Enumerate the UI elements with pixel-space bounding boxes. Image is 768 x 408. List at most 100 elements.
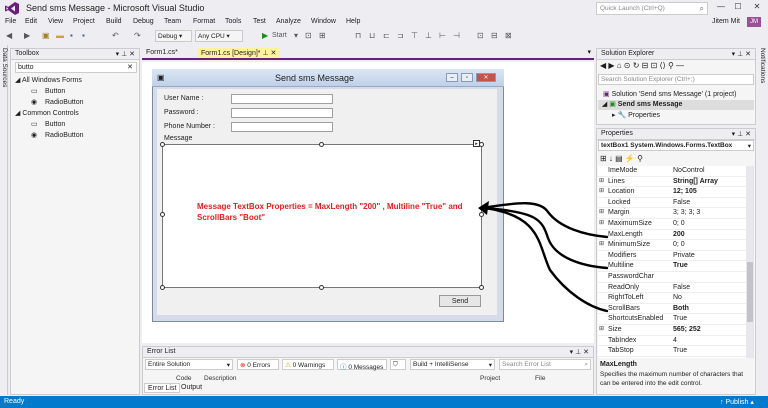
- warnings-filter-button[interactable]: ⚠ 0 Warnings: [282, 359, 334, 370]
- expand-icon[interactable]: ⊞: [599, 208, 604, 215]
- resize-handle-w[interactable]: [160, 212, 165, 217]
- menu-debug[interactable]: Debug: [133, 18, 154, 25]
- menu-tools[interactable]: Tools: [225, 18, 241, 25]
- property-value[interactable]: 565; 252: [673, 326, 701, 333]
- username-textbox[interactable]: [231, 94, 333, 104]
- avatar[interactable]: JM: [747, 17, 761, 27]
- menu-project[interactable]: Project: [73, 18, 95, 25]
- undo-icon[interactable]: ↶: [112, 31, 119, 40]
- messages-filter-button[interactable]: ⓘ 0 Messages: [337, 359, 387, 371]
- tab-form1-design[interactable]: Form1.cs [Design]* ⊥ ✕: [197, 48, 281, 58]
- expand-icon[interactable]: ⊞: [599, 240, 604, 247]
- se-project-node[interactable]: ◢ ▣ Send sms Message: [598, 100, 754, 110]
- pin-icon[interactable]: ⊥: [262, 50, 268, 57]
- property-value[interactable]: Both: [673, 305, 689, 312]
- tab-error-list[interactable]: Error List: [144, 383, 181, 393]
- property-value[interactable]: String[] Array: [673, 178, 718, 185]
- property-row[interactable]: ⊞ MaximumSize 0; 0: [598, 219, 746, 230]
- menu-format[interactable]: Format: [193, 18, 215, 25]
- panel-pin-close-icons[interactable]: ▾ ⊥ ✕: [116, 50, 135, 58]
- property-value[interactable]: No: [673, 294, 682, 301]
- property-row[interactable]: Multiline True: [598, 261, 746, 272]
- property-value[interactable]: 200: [673, 231, 685, 238]
- resize-handle-nw[interactable]: [160, 142, 165, 147]
- column-file[interactable]: File: [535, 375, 545, 382]
- property-row[interactable]: MaxLength 200: [598, 230, 746, 241]
- filter-toggle-button[interactable]: ⛉: [390, 359, 406, 370]
- property-row[interactable]: ⊞ MinimumSize 0; 0: [598, 240, 746, 251]
- property-row[interactable]: RightToLeft No: [598, 293, 746, 304]
- expand-icon[interactable]: ⊞: [599, 187, 604, 194]
- property-row[interactable]: PasswordChar: [598, 272, 746, 283]
- property-row[interactable]: TabIndex 4: [598, 336, 746, 347]
- property-value[interactable]: True: [673, 262, 688, 269]
- phone-textbox[interactable]: [231, 122, 333, 132]
- property-row[interactable]: ⊞ Lines String[] Array: [598, 177, 746, 188]
- panel-pin-close-icons[interactable]: ▾ ⊥ ✕: [732, 130, 751, 138]
- open-folder-icon[interactable]: ▬: [56, 31, 64, 40]
- property-value[interactable]: 0; 0: [673, 241, 685, 248]
- close-tab-icon[interactable]: ✕: [271, 50, 277, 57]
- align-icon-1[interactable]: ⊓: [355, 31, 361, 40]
- quick-launch-input[interactable]: Quick Launch (Ctrl+Q) ⌕: [596, 2, 708, 15]
- send-button[interactable]: Send: [439, 295, 481, 307]
- property-row[interactable]: TabStop True: [598, 346, 746, 357]
- se-toolbar-icons[interactable]: ◀ ▶ ⌂ ⊙ ↻ ⊟ ⊡ ⟨⟩ ⚲ —: [600, 61, 684, 70]
- column-description[interactable]: Description: [204, 375, 237, 382]
- property-row[interactable]: ⊞ Margin 3; 3; 3; 3: [598, 208, 746, 219]
- column-project[interactable]: Project: [480, 375, 500, 382]
- menu-team[interactable]: Team: [164, 18, 181, 25]
- clear-search-icon[interactable]: ✕: [127, 63, 133, 71]
- error-search-input[interactable]: Search Error List ⌕: [499, 359, 591, 370]
- toolbox-item-button[interactable]: ▭ Button: [11, 119, 139, 130]
- se-properties-node[interactable]: ▸ 🔧 Properties: [612, 111, 660, 119]
- align-icon-5[interactable]: ⊤: [411, 31, 418, 40]
- expand-icon[interactable]: ⊞: [599, 219, 604, 226]
- resize-handle-ne[interactable]: [479, 142, 484, 147]
- expand-icon[interactable]: ⊞: [599, 325, 604, 332]
- resize-handle-sw[interactable]: [160, 285, 165, 290]
- menu-analyze[interactable]: Analyze: [276, 18, 301, 25]
- property-value[interactable]: True: [673, 347, 687, 354]
- menu-view[interactable]: View: [48, 18, 63, 25]
- panel-pin-close-icons[interactable]: ▾ ⊥ ✕: [732, 50, 751, 58]
- toolbox-group-all-windows-forms[interactable]: ◢ All Windows Forms: [11, 75, 139, 86]
- toolbox-item-radiobutton[interactable]: ◉ RadioButton: [11, 130, 139, 141]
- property-row[interactable]: ImeMode NoControl: [598, 166, 746, 177]
- size-icon-2[interactable]: ⊟: [491, 31, 498, 40]
- property-row[interactable]: ShortcutsEnabled True: [598, 314, 746, 325]
- menu-edit[interactable]: Edit: [25, 18, 37, 25]
- property-value[interactable]: NoControl: [673, 167, 705, 174]
- toolbar-icon-1[interactable]: ⊡: [305, 31, 312, 40]
- align-icon-8[interactable]: ⊣: [453, 31, 460, 40]
- menu-window[interactable]: Window: [311, 18, 336, 25]
- size-icon-3[interactable]: ⊠: [505, 31, 512, 40]
- property-value[interactable]: 3; 3; 3; 3: [673, 209, 700, 216]
- align-icon-3[interactable]: ⊏: [383, 31, 390, 40]
- toolbox-search-input[interactable]: butto ✕: [15, 62, 137, 73]
- toolbox-item-radiobutton[interactable]: ◉ RadioButton: [11, 97, 139, 108]
- se-search-input[interactable]: Search Solution Explorer (Ctrl+;): [598, 74, 754, 85]
- tab-overflow-icon[interactable]: ▾: [587, 48, 591, 56]
- start-icon[interactable]: ▶: [262, 31, 268, 40]
- menu-test[interactable]: Test: [253, 18, 266, 25]
- forward-icon[interactable]: ▶: [24, 31, 30, 40]
- se-solution-node[interactable]: ▣ Solution 'Send sms Message' (1 project…: [603, 90, 736, 98]
- scrollbar-thumb[interactable]: [747, 262, 753, 322]
- property-value[interactable]: False: [673, 284, 690, 291]
- align-icon-2[interactable]: ⊔: [369, 31, 375, 40]
- menu-help[interactable]: Help: [346, 18, 360, 25]
- config-dropdown[interactable]: Debug ▾: [155, 30, 192, 42]
- expand-icon[interactable]: ⊞: [599, 177, 604, 184]
- property-row[interactable]: ReadOnly False: [598, 283, 746, 294]
- platform-dropdown[interactable]: Any CPU ▾: [195, 30, 243, 42]
- maximize-button[interactable]: ☐: [731, 2, 745, 14]
- save-icon[interactable]: ▪: [70, 31, 73, 40]
- minimize-button[interactable]: —: [714, 2, 728, 14]
- password-textbox[interactable]: [231, 108, 333, 118]
- property-value[interactable]: False: [673, 199, 690, 206]
- size-icon-1[interactable]: ⊡: [477, 31, 484, 40]
- toolbox-item-button[interactable]: ▭ Button: [11, 86, 139, 97]
- property-value[interactable]: 4: [673, 337, 677, 344]
- publish-button[interactable]: ↑ Publish ▴: [720, 398, 754, 406]
